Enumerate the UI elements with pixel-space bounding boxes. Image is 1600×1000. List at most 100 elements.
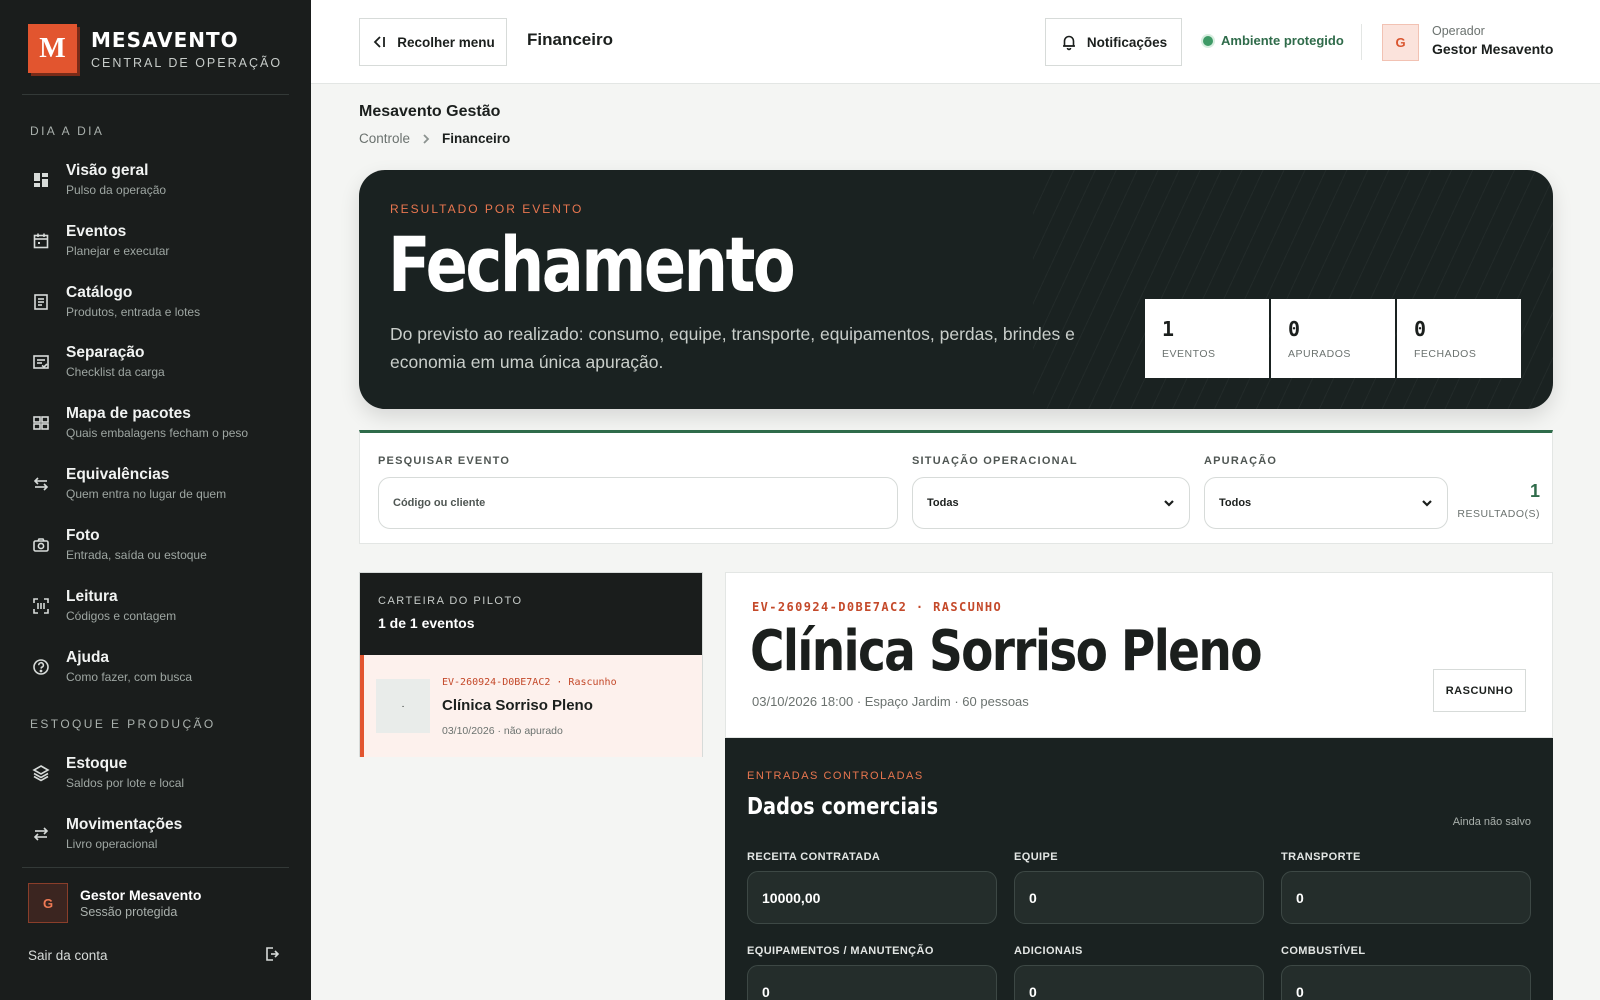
sidebar-item-title: Equivalências (66, 466, 170, 483)
user-name: Gestor Mesavento (80, 887, 202, 903)
status-badge: RASCUNHO (1433, 669, 1526, 712)
portfolio-count: 1 de 1 eventos (378, 615, 475, 631)
chevron-down-icon (1422, 500, 1432, 507)
sidebar-item-movimentacoes[interactable]: Movimentações Livro operacional (22, 814, 290, 866)
field-label: RECEITA CONTRATADA (747, 851, 881, 863)
operator-avatar[interactable]: G (1382, 24, 1419, 61)
sidebar-item-subtitle: Checklist da carga (66, 365, 165, 379)
logout-icon (264, 946, 280, 965)
results-count: 1 RESULTADO(S) (1450, 481, 1540, 520)
event-detail-header: EV-260924-D0BE7AC2 · RASCUNHO Clínica So… (725, 572, 1553, 738)
sidebar-item-catalogo[interactable]: Catálogo Produtos, entrada e lotes (22, 282, 290, 334)
sidebar-item-subtitle: Como fazer, com busca (66, 670, 193, 684)
sidebar-item-estoque[interactable]: Estoque Saldos por lote e local (22, 753, 290, 805)
adicionais-input[interactable]: 0 (1014, 965, 1264, 1000)
chevron-down-icon (1164, 500, 1174, 507)
calendar-icon (31, 231, 51, 251)
sidebar-item-title: Foto (66, 527, 100, 544)
sidebar-item-title: Mapa de pacotes (66, 405, 191, 422)
portfolio-eyebrow: CARTEIRA DO PILOTO (378, 595, 523, 607)
hero-panel: RESULTADO POR EVENTO Fechamento Do previ… (359, 170, 1553, 409)
sidebar-item-title: Estoque (66, 755, 128, 772)
kpi-row: 1 EVENTOS 0 APURADOS 0 FECHADOS (1145, 299, 1521, 378)
sidebar-item-leitura[interactable]: Leitura Códigos e contagem (22, 586, 290, 638)
logout-button[interactable]: Sair da conta (28, 946, 280, 965)
section-label-dia-a-dia: DIA A DIA (30, 124, 105, 138)
environment-label: Ambiente protegido (1221, 33, 1344, 48)
search-label: PESQUISAR EVENTO (378, 455, 511, 467)
combustivel-input[interactable]: 0 (1281, 965, 1531, 1000)
kpi-value: 1 (1162, 317, 1175, 341)
equipamentos-input[interactable]: 0 (747, 965, 997, 1000)
sidebar-user[interactable]: G Gestor Mesavento Sessão protegida (28, 883, 201, 923)
search-placeholder: Código ou cliente (393, 497, 486, 509)
transporte-input[interactable]: 0 (1281, 871, 1531, 924)
collapse-icon (373, 36, 386, 48)
operator-label: Operador (1432, 24, 1485, 38)
sidebar-item-foto[interactable]: Foto Entrada, saída ou estoque (22, 525, 290, 577)
brand[interactable]: M MESAVENTO CENTRAL DE OPERAÇÃO (28, 24, 282, 73)
chevron-right-icon (423, 133, 430, 144)
kpi-value: 0 (1414, 317, 1427, 341)
sidebar-item-separacao[interactable]: Separação Checklist da carga (22, 342, 290, 394)
sidebar-item-visao-geral[interactable]: Visão geral Pulso da operação (22, 160, 290, 212)
hero-title: Fechamento (388, 220, 796, 309)
results-number: 1 (1529, 481, 1540, 501)
sidebar-item-title: Catálogo (66, 284, 133, 301)
breadcrumb-item-controle[interactable]: Controle (359, 131, 410, 146)
field-label: COMBUSTÍVEL (1281, 945, 1366, 957)
environment-status: Ambiente protegido (1203, 33, 1344, 48)
results-label: RESULTADO(S) (1457, 508, 1540, 520)
kpi-label: FECHADOS (1414, 348, 1477, 360)
status-filter-label: SITUAÇÃO OPERACIONAL (912, 455, 1078, 467)
collapse-label: Recolher menu (397, 34, 495, 50)
save-status: Ainda não salvo (1452, 816, 1531, 828)
sidebar-item-subtitle: Quem entra no lugar de quem (66, 487, 227, 501)
search-input[interactable]: Código ou cliente (378, 477, 898, 529)
status-select[interactable]: Todas (912, 477, 1190, 529)
field-label: TRANSPORTE (1281, 851, 1361, 863)
filter-bar: PESQUISAR EVENTO Código ou cliente SITUA… (359, 430, 1553, 544)
section-label-estoque-producao: ESTOQUE E PRODUÇÃO (30, 717, 216, 731)
scan-icon (31, 596, 51, 616)
grid-icon (31, 413, 51, 433)
receita-input[interactable]: 10000,00 (747, 871, 997, 924)
sidebar-item-mapa-de-pacotes[interactable]: Mapa de pacotes Quais embalagens fecham o… (22, 403, 290, 455)
org-name: Mesavento Gestão (359, 103, 501, 120)
status-select-value: Todas (927, 497, 959, 509)
equipe-input[interactable]: 0 (1014, 871, 1264, 924)
sidebar-item-title: Movimentações (66, 816, 183, 833)
breadcrumb-item-current: Financeiro (442, 131, 511, 146)
page-title: Financeiro (527, 30, 613, 49)
form-title: Dados comerciais (747, 794, 939, 820)
notifications-label: Notificações (1086, 34, 1168, 50)
hero-eyebrow: RESULTADO POR EVENTO (390, 202, 584, 216)
collapse-menu-button[interactable]: Recolher menu (359, 18, 507, 66)
apuracao-select-value: Todos (1219, 497, 1252, 509)
dashboard-icon (31, 170, 51, 190)
avatar: G (28, 883, 68, 923)
sidebar-item-equivalencias[interactable]: Equivalências Quem entra no lugar de quem (22, 464, 290, 516)
sidebar-item-title: Separação (66, 344, 145, 361)
event-detail-code: EV-260924-D0BE7AC2 · RASCUNHO (752, 600, 1003, 614)
kpi-eventos: 1 EVENTOS (1145, 299, 1269, 378)
sidebar-item-title: Visão geral (66, 162, 149, 179)
operator-name: Gestor Mesavento (1432, 41, 1554, 57)
sidebar-item-eventos[interactable]: Eventos Planejar e executar (22, 221, 290, 273)
hero-description: Do previsto ao realizado: consumo, equip… (390, 324, 1075, 372)
operator-info: Operador Gestor Mesavento (1432, 24, 1553, 57)
user-session: Sessão protegida (80, 905, 178, 919)
arrows-icon (31, 824, 51, 844)
list-item[interactable]: · EV-260924-D0BE7AC2 · Rascunho Clínica … (360, 655, 702, 757)
apuracao-filter-label: APURAÇÃO (1204, 455, 1278, 467)
notifications-button[interactable]: Notificações (1045, 18, 1182, 66)
sidebar-item-ajuda[interactable]: Ajuda Como fazer, com busca (22, 647, 290, 699)
field-label: EQUIPE (1014, 851, 1058, 863)
apuracao-select[interactable]: Todos (1204, 477, 1448, 529)
brand-name: MESAVENTO (91, 27, 239, 52)
commercial-data-form: ENTRADAS CONTROLADAS Dados comerciais Ai… (725, 738, 1553, 1000)
sidebar-item-title: Leitura (66, 588, 118, 605)
status-dot-icon (1203, 35, 1213, 46)
layers-icon (31, 763, 51, 783)
brand-logo: M (28, 24, 77, 73)
